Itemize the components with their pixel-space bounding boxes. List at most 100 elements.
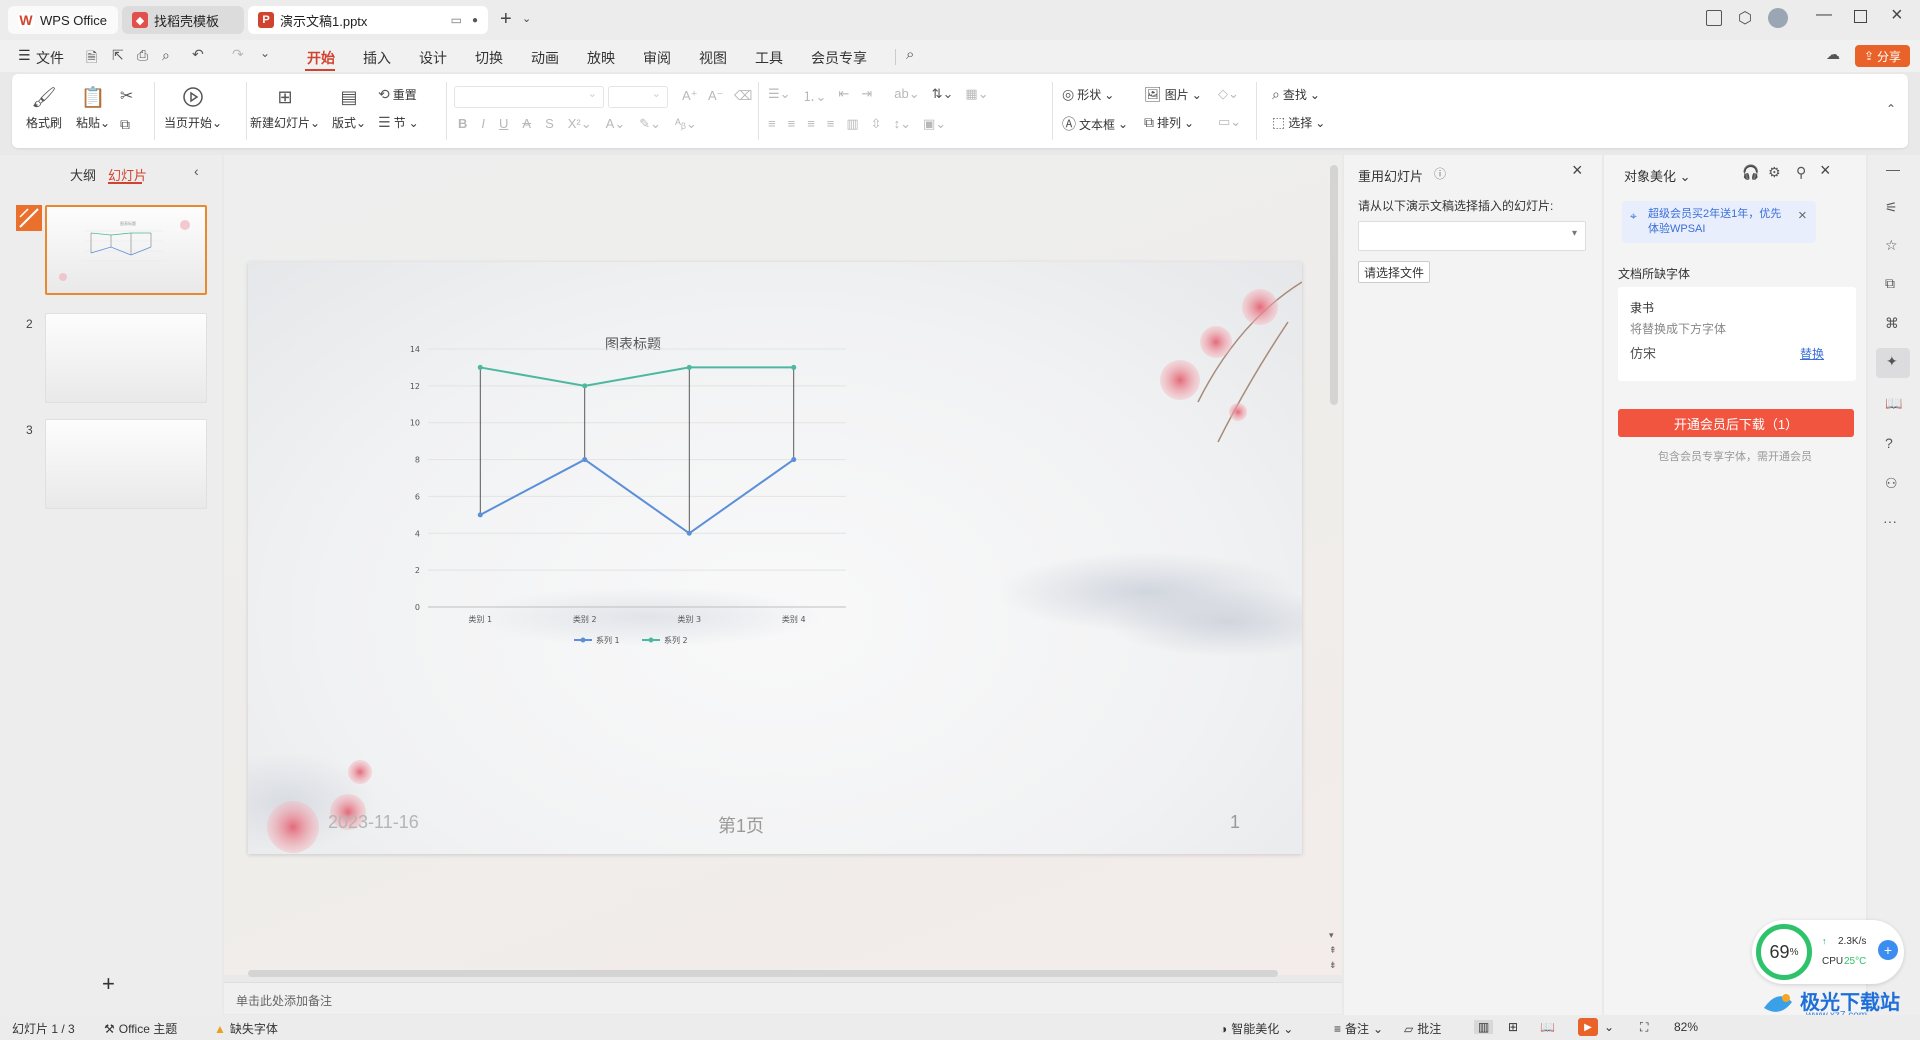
text-direction-icon[interactable]: ab⌄: [894, 86, 919, 105]
add-icon[interactable]: +: [1878, 940, 1898, 960]
save-icon[interactable]: 🗎: [86, 47, 97, 71]
section-button[interactable]: ☰ 节 ⌄: [378, 114, 419, 131]
horizontal-scrollbar[interactable]: [248, 970, 1278, 977]
sliders-icon[interactable]: ⚟: [1885, 199, 1898, 216]
tab-wps-office[interactable]: W WPS Office: [8, 6, 118, 34]
beautify-tool-button[interactable]: ✦: [1876, 348, 1910, 378]
chevron-down-icon[interactable]: ⌄: [522, 12, 531, 25]
reset-button[interactable]: ⟲ 重置: [378, 86, 417, 103]
slide-thumbnail-1[interactable]: 图表标题: [45, 205, 207, 295]
collapse-ribbon-icon[interactable]: ⌃: [1886, 102, 1896, 116]
copy-icon[interactable]: ⧉: [120, 116, 130, 133]
star-icon[interactable]: ☆: [1885, 237, 1898, 254]
cut-icon[interactable]: ✂: [120, 86, 133, 106]
vertical-scrollbar[interactable]: [1330, 165, 1338, 405]
menu-file[interactable]: 文件: [36, 48, 64, 68]
superscript-icon[interactable]: X²⌄: [568, 116, 592, 132]
hamburger-icon[interactable]: ☰: [18, 47, 31, 64]
layout-button[interactable]: ▤ 版式⌄: [332, 84, 366, 131]
reading-view-icon[interactable]: 📖: [1540, 1020, 1555, 1034]
help-icon[interactable]: ⓘ: [1434, 165, 1446, 182]
next-slide-icon[interactable]: ⇟: [1329, 960, 1337, 971]
highlight-icon[interactable]: ✎⌄: [639, 116, 661, 132]
align-left-icon[interactable]: ≡: [768, 116, 776, 132]
presentation-select[interactable]: ▾: [1358, 221, 1586, 251]
align-right-icon[interactable]: ≡: [807, 116, 815, 132]
smart-art-icon[interactable]: ▣⌄: [923, 116, 946, 132]
sorter-view-icon[interactable]: ⊞: [1508, 1020, 1518, 1034]
slide-1[interactable]: 图表标题 0 2 4 6 8 10 12 14 类别 1 类别 2 类别 3 类别 4 系列 1 系列 2…: [248, 262, 1302, 854]
layout-icon[interactable]: [1706, 10, 1722, 26]
close-icon[interactable]: ×: [1572, 160, 1583, 181]
slide-thumbnail-2[interactable]: [45, 313, 207, 403]
shape-button[interactable]: ◎ 形状 ⌄: [1062, 86, 1114, 103]
numbering-icon[interactable]: ⒈⌄: [803, 86, 827, 105]
increase-font-icon[interactable]: A⁺: [682, 88, 698, 104]
minimize-icon[interactable]: —: [1816, 6, 1832, 24]
indent-icon[interactable]: ⇥: [861, 86, 872, 105]
distribute-icon[interactable]: ▥: [846, 116, 858, 132]
font-size-select[interactable]: ⌄: [608, 86, 668, 108]
add-slide-icon[interactable]: +: [102, 971, 115, 997]
cube-icon[interactable]: ⬡: [1738, 8, 1752, 28]
close-icon[interactable]: ×: [1798, 207, 1807, 224]
gear-icon[interactable]: ⚙: [1768, 164, 1781, 181]
shirt-icon[interactable]: ⚇: [1885, 475, 1898, 492]
clear-format-icon[interactable]: ⌫: [734, 88, 752, 104]
tab-outline[interactable]: 大纲: [70, 165, 96, 184]
choose-file-button[interactable]: 请选择文件: [1358, 261, 1430, 283]
download-font-button[interactable]: 开通会员后下载（1）: [1618, 409, 1854, 437]
missing-font-status[interactable]: ▲ 缺失字体: [214, 1020, 278, 1037]
prev-slide-icon[interactable]: ⇞: [1329, 945, 1337, 956]
italic-icon[interactable]: I: [481, 116, 485, 132]
menu-insert[interactable]: 插入: [363, 48, 391, 68]
menu-animation[interactable]: 动画: [531, 48, 559, 68]
font-family-select[interactable]: ⌄: [454, 86, 604, 108]
picture-button[interactable]: 🖼 图片 ⌄: [1144, 86, 1202, 103]
line-chart[interactable]: 0 2 4 6 8 10 12 14 类别 1 类别 2 类别 3 类别 4 系列 1 系列 2: [248, 262, 1302, 854]
columns-icon[interactable]: ▦⌄: [965, 86, 988, 105]
format-painter-button[interactable]: 🖌 格式刷: [26, 84, 62, 131]
more-chevron-icon[interactable]: ⌄: [260, 46, 270, 60]
tab-presentation[interactable]: P 演示文稿1.pptx ▭ ●: [248, 6, 488, 34]
menu-review[interactable]: 审阅: [643, 48, 671, 68]
new-tab-icon[interactable]: +: [500, 8, 512, 31]
close-icon[interactable]: ×: [1891, 4, 1903, 27]
beautify-title[interactable]: 对象美化 ⌄: [1624, 166, 1691, 185]
align-center-icon[interactable]: ≡: [788, 116, 796, 132]
collapse-panel-icon[interactable]: ‹: [194, 163, 199, 179]
select-button[interactable]: ⬚ 选择 ⌄: [1272, 114, 1325, 131]
slideshow-chevron-icon[interactable]: ⌄: [1604, 1020, 1614, 1034]
new-slide-button[interactable]: ⊞ 新建幻灯片⌄: [250, 84, 320, 131]
char-spacing-icon[interactable]: ᴬᵦ⌄: [675, 116, 697, 132]
bold-icon[interactable]: B: [458, 116, 467, 132]
shadow-icon[interactable]: S: [545, 116, 554, 132]
scroll-down-icon[interactable]: ▾: [1329, 930, 1334, 941]
redo-icon[interactable]: ↷: [232, 46, 244, 63]
pin-icon[interactable]: ⚲: [1796, 164, 1806, 181]
headset-icon[interactable]: 🎧: [1742, 164, 1759, 181]
theme-info[interactable]: ⚒ Office 主题: [104, 1020, 177, 1037]
find-button[interactable]: ⌕ 查找 ⌄: [1272, 86, 1320, 103]
share-button[interactable]: ⇪ 分享: [1855, 45, 1910, 67]
sort-icon[interactable]: ⇅⌄: [932, 86, 954, 105]
monitor-icon[interactable]: ▭: [451, 13, 462, 27]
strikethrough-icon[interactable]: A: [522, 116, 531, 132]
book-icon[interactable]: 📖: [1885, 395, 1902, 412]
replace-link[interactable]: 替换: [1800, 345, 1824, 362]
avatar[interactable]: [1768, 8, 1788, 28]
vertical-align-icon[interactable]: ⇳: [871, 116, 882, 132]
menu-design[interactable]: 设计: [419, 48, 447, 68]
comments-button[interactable]: ▱ 批注: [1404, 1020, 1441, 1037]
slideshow-play-icon[interactable]: ▶: [1578, 1018, 1598, 1036]
paste-button[interactable]: 📋 粘贴⌄: [76, 84, 110, 131]
menu-slideshow[interactable]: 放映: [587, 48, 615, 68]
smart-beautify-button[interactable]: ◑ 智能美化 ⌄: [1220, 1020, 1293, 1037]
slides-icon[interactable]: ⧉: [1885, 275, 1895, 292]
normal-view-icon[interactable]: ▥: [1474, 1020, 1494, 1034]
export-icon[interactable]: ⇱: [112, 47, 124, 64]
menu-tools[interactable]: 工具: [755, 48, 783, 68]
cloud-icon[interactable]: ☁: [1826, 46, 1840, 63]
menu-transition[interactable]: 切换: [475, 48, 503, 68]
tab-docer-templates[interactable]: ◆ 找稻壳模板: [122, 6, 244, 34]
